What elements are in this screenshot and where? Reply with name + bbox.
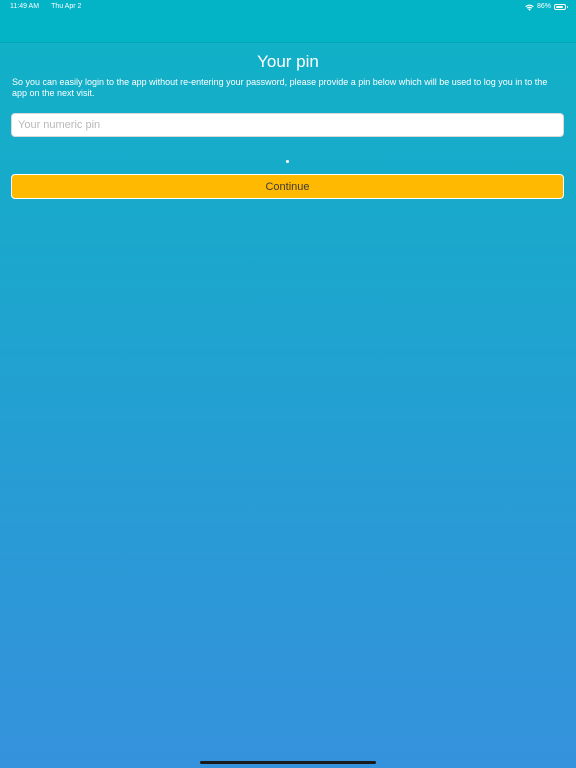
screen: 11:49 AM Thu Apr 2 86% Your pin So you c… bbox=[0, 0, 576, 768]
status-bar: 11:49 AM Thu Apr 2 86% bbox=[0, 0, 576, 14]
wifi-icon bbox=[525, 4, 534, 11]
status-left: 11:49 AM Thu Apr 2 bbox=[10, 0, 81, 14]
battery-icon bbox=[554, 4, 568, 10]
pin-input[interactable] bbox=[11, 113, 564, 137]
battery-percent: 86% bbox=[536, 3, 551, 10]
home-indicator bbox=[200, 761, 376, 764]
status-right: 86% bbox=[525, 0, 568, 14]
battery-fill bbox=[556, 6, 563, 8]
status-time: 11:49 AM bbox=[10, 3, 40, 10]
pin-description: So you can easily login to the app witho… bbox=[12, 77, 548, 98]
continue-button[interactable]: Continue bbox=[11, 174, 564, 199]
status-date: Thu Apr 2 bbox=[51, 3, 82, 10]
loading-dot bbox=[286, 160, 289, 163]
page-title: Your pin bbox=[257, 52, 319, 71]
